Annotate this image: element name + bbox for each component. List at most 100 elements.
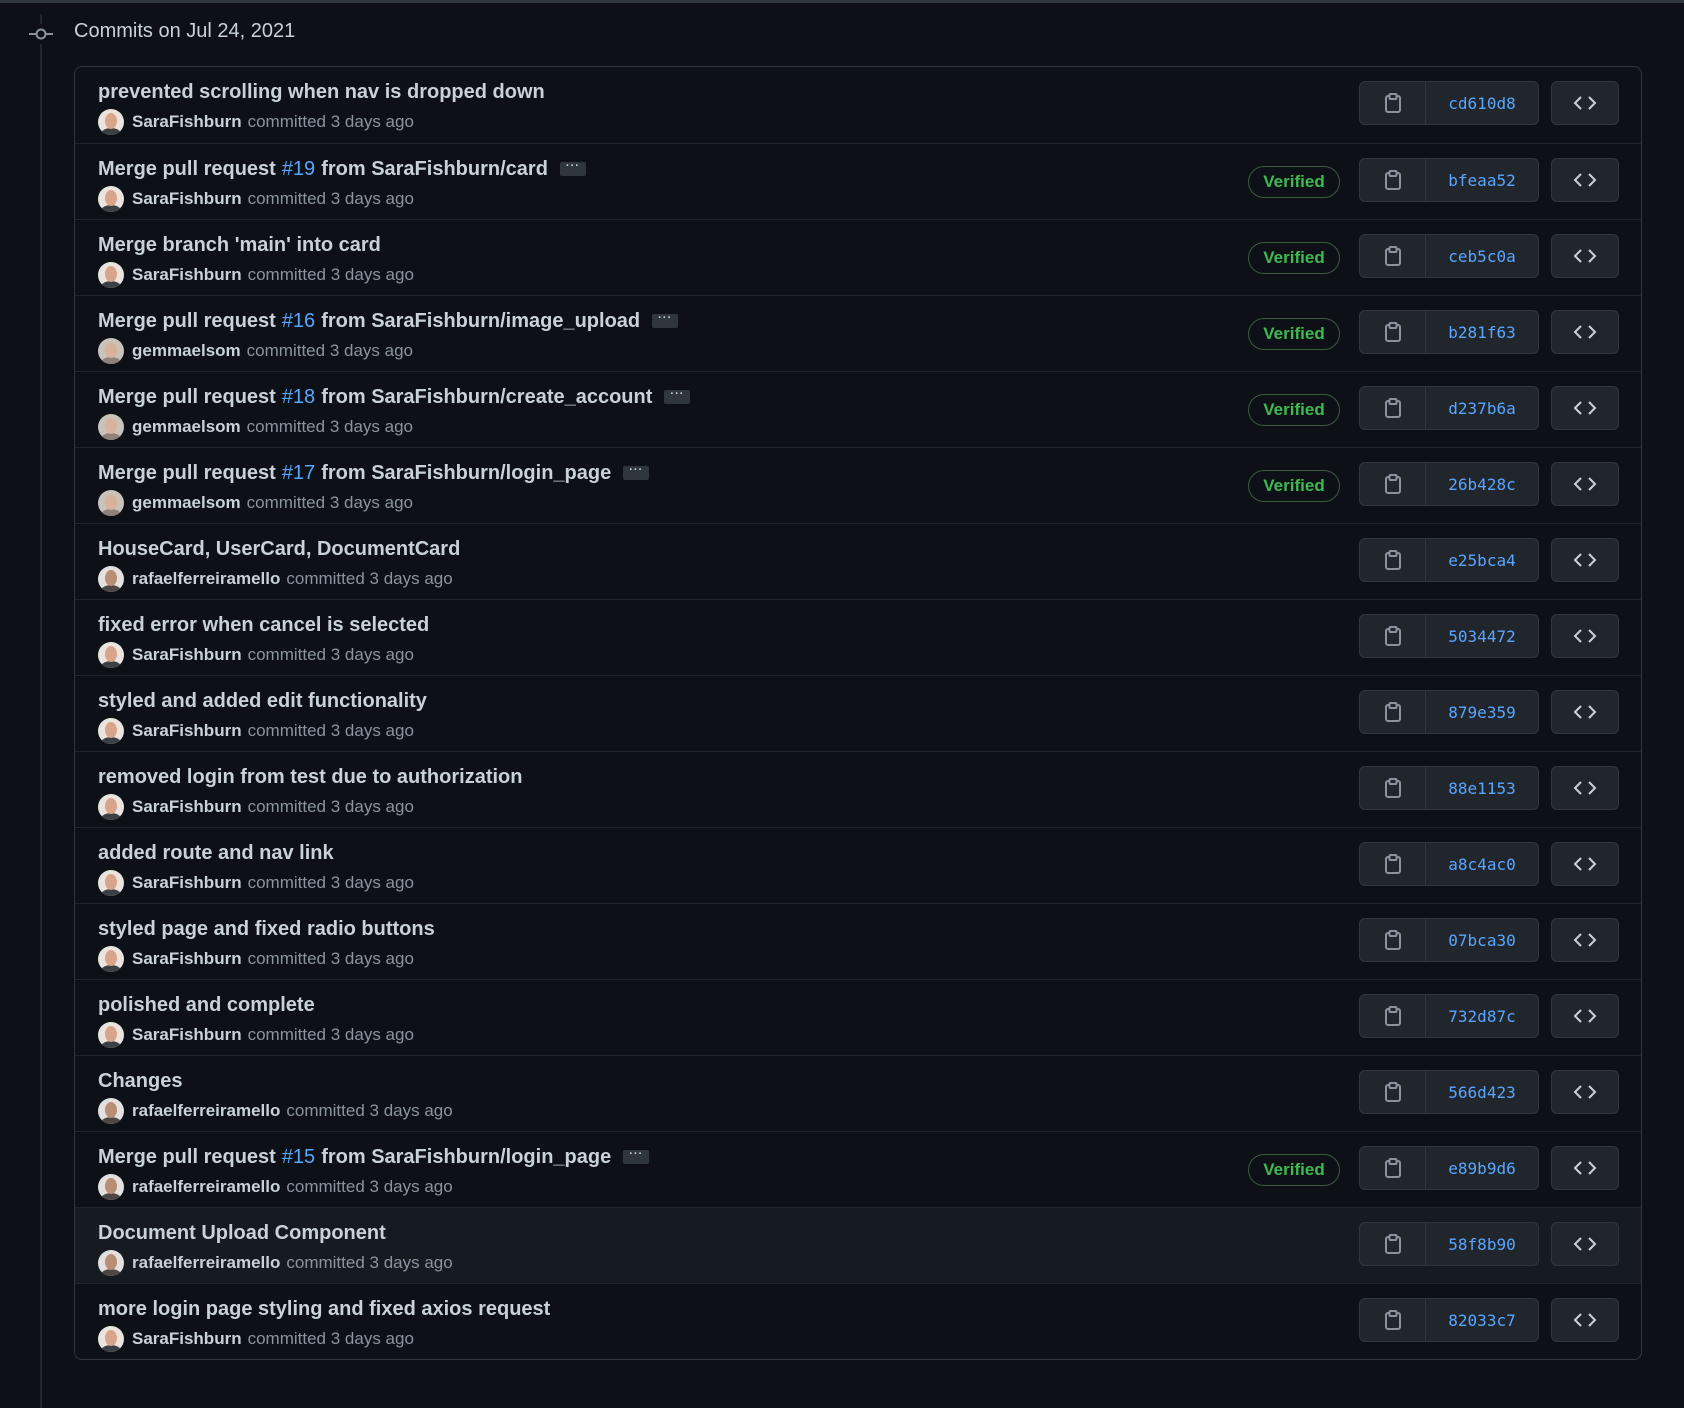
browse-repo-button[interactable] [1551,81,1619,125]
copy-sha-button[interactable] [1360,82,1426,124]
verified-badge[interactable]: Verified [1248,470,1340,502]
browse-repo-button[interactable] [1551,1222,1619,1266]
avatar[interactable] [98,1098,124,1124]
copy-sha-button[interactable] [1360,1223,1426,1265]
commit-title[interactable]: Merge pull request #19 from SaraFishburn… [98,156,586,182]
avatar[interactable] [98,262,124,288]
verified-badge[interactable]: Verified [1248,1154,1340,1186]
commit-message[interactable]: added route and nav link [98,840,334,866]
pull-request-link[interactable]: #18 [282,384,315,410]
browse-repo-button[interactable] [1551,766,1619,810]
commit-sha-link[interactable]: 5034472 [1426,615,1538,657]
browse-repo-button[interactable] [1551,842,1619,886]
commit-sha-link[interactable]: a8c4ac0 [1426,843,1538,885]
commit-title[interactable]: styled and added edit functionality [98,688,427,714]
browse-repo-button[interactable] [1551,386,1619,430]
browse-repo-button[interactable] [1551,1146,1619,1190]
author-link[interactable]: gemmaelsom [132,417,241,437]
pull-request-link[interactable]: #17 [282,460,315,486]
commit-title[interactable]: Merge branch 'main' into card [98,232,381,258]
avatar[interactable] [98,794,124,820]
avatar[interactable] [98,718,124,744]
commit-sha-link[interactable]: 82033c7 [1426,1299,1538,1341]
author-link[interactable]: SaraFishburn [132,112,242,132]
browse-repo-button[interactable] [1551,310,1619,354]
browse-repo-button[interactable] [1551,1298,1619,1342]
avatar[interactable] [98,338,124,364]
avatar[interactable] [98,566,124,592]
expand-message-button[interactable]: ··· [559,161,586,176]
commit-message[interactable]: Changes [98,1068,182,1094]
commit-message[interactable]: Document Upload Component [98,1220,386,1246]
browse-repo-button[interactable] [1551,918,1619,962]
expand-message-button[interactable]: ··· [664,389,691,404]
commit-title[interactable]: Merge pull request #15 from SaraFishburn… [98,1144,650,1170]
commit-message[interactable]: more login page styling and fixed axios … [98,1296,550,1322]
browse-repo-button[interactable] [1551,234,1619,278]
commit-sha-link[interactable]: d237b6a [1426,387,1538,429]
commit-sha-link[interactable]: 07bca30 [1426,919,1538,961]
commit-message[interactable]: Merge pull request [98,384,276,410]
copy-sha-button[interactable] [1360,159,1426,201]
copy-sha-button[interactable] [1360,615,1426,657]
copy-sha-button[interactable] [1360,691,1426,733]
author-link[interactable]: SaraFishburn [132,721,242,741]
author-link[interactable]: rafaelferreiramello [132,1101,280,1121]
commit-message[interactable]: Merge branch 'main' into card [98,232,381,258]
browse-repo-button[interactable] [1551,462,1619,506]
commit-message-rest[interactable]: from SaraFishburn/login_page [321,460,611,486]
commit-sha-link[interactable]: e89b9d6 [1426,1147,1538,1189]
commit-sha-link[interactable]: 566d423 [1426,1071,1538,1113]
commit-title[interactable]: prevented scrolling when nav is dropped … [98,79,545,105]
copy-sha-button[interactable] [1360,539,1426,581]
author-link[interactable]: SaraFishburn [132,645,242,665]
avatar[interactable] [98,642,124,668]
copy-sha-button[interactable] [1360,311,1426,353]
commit-message[interactable]: Merge pull request [98,156,276,182]
author-link[interactable]: SaraFishburn [132,949,242,969]
author-link[interactable]: SaraFishburn [132,265,242,285]
commit-message[interactable]: fixed error when cancel is selected [98,612,429,638]
author-link[interactable]: SaraFishburn [132,873,242,893]
browse-repo-button[interactable] [1551,614,1619,658]
copy-sha-button[interactable] [1360,1071,1426,1113]
commit-message[interactable]: Merge pull request [98,1144,276,1170]
verified-badge[interactable]: Verified [1248,242,1340,274]
browse-repo-button[interactable] [1551,994,1619,1038]
author-link[interactable]: rafaelferreiramello [132,1253,280,1273]
commit-message[interactable]: HouseCard, UserCard, DocumentCard [98,536,460,562]
commit-message-rest[interactable]: from SaraFishburn/create_account [321,384,652,410]
commit-sha-link[interactable]: 732d87c [1426,995,1538,1037]
commit-sha-link[interactable]: 26b428c [1426,463,1538,505]
author-link[interactable]: SaraFishburn [132,797,242,817]
commit-message[interactable]: Merge pull request [98,308,276,334]
commit-sha-link[interactable]: 58f8b90 [1426,1223,1538,1265]
browse-repo-button[interactable] [1551,158,1619,202]
commit-message[interactable]: removed login from test due to authoriza… [98,764,522,790]
avatar[interactable] [98,1326,124,1352]
commit-sha-link[interactable]: 879e359 [1426,691,1538,733]
copy-sha-button[interactable] [1360,1147,1426,1189]
avatar[interactable] [98,490,124,516]
commit-title[interactable]: added route and nav link [98,840,334,866]
commit-title[interactable]: styled page and fixed radio buttons [98,916,435,942]
copy-sha-button[interactable] [1360,995,1426,1037]
avatar[interactable] [98,946,124,972]
author-link[interactable]: rafaelferreiramello [132,569,280,589]
copy-sha-button[interactable] [1360,1299,1426,1341]
commit-message[interactable]: styled page and fixed radio buttons [98,916,435,942]
author-link[interactable]: gemmaelsom [132,341,241,361]
commit-message[interactable]: polished and complete [98,992,315,1018]
pull-request-link[interactable]: #15 [282,1144,315,1170]
browse-repo-button[interactable] [1551,690,1619,734]
browse-repo-button[interactable] [1551,538,1619,582]
commit-message[interactable]: styled and added edit functionality [98,688,427,714]
commit-sha-link[interactable]: b281f63 [1426,311,1538,353]
copy-sha-button[interactable] [1360,919,1426,961]
commit-sha-link[interactable]: bfeaa52 [1426,159,1538,201]
author-link[interactable]: gemmaelsom [132,493,241,513]
avatar[interactable] [98,1022,124,1048]
avatar[interactable] [98,1250,124,1276]
commit-title[interactable]: polished and complete [98,992,315,1018]
expand-message-button[interactable]: ··· [623,1149,650,1164]
